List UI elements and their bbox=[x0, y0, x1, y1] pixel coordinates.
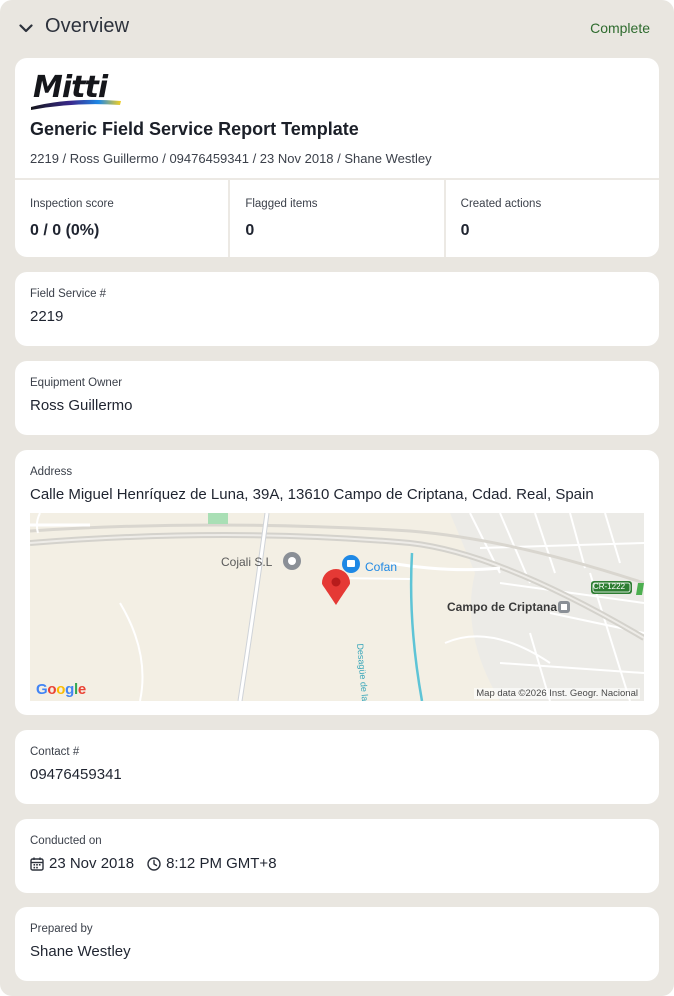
address-map[interactable]: Cojali S.L Cofan Campo de Criptana CR-12… bbox=[30, 513, 644, 701]
field-label: Prepared by bbox=[30, 923, 93, 935]
stat-value: 0 bbox=[460, 222, 470, 239]
stat-value: 0 / 0 (0%) bbox=[30, 222, 100, 239]
field-label: Field Service # bbox=[30, 288, 107, 300]
conducted-time-wrap: 8:12 PM GMT+8 bbox=[147, 855, 277, 872]
report-title: Generic Field Service Report Template bbox=[30, 119, 359, 139]
stats-row: Inspection score 0 / 0 (0%) Flagged item… bbox=[15, 178, 659, 257]
field-value: Calle Miguel Henríquez de Luna, 39A, 136… bbox=[30, 486, 594, 503]
field-value: 09476459341 bbox=[30, 766, 122, 783]
chevron-down-icon[interactable] bbox=[17, 19, 35, 37]
field-label: Contact # bbox=[30, 746, 80, 758]
map-credit: Map data ©2026 Inst. Geogr. Nacional bbox=[474, 688, 640, 699]
google-logo: Google bbox=[36, 681, 86, 698]
equipment-owner-card: Equipment Owner Ross Guillermo bbox=[15, 361, 659, 435]
logo-swoosh-icon bbox=[31, 99, 121, 110]
prepared-by-card: Prepared by Shane Westley bbox=[15, 907, 659, 981]
conducted-row: 23 Nov 2018 8:12 PM GMT+8 bbox=[30, 855, 277, 872]
stat-inspection-score: Inspection score 0 / 0 (0%) bbox=[15, 180, 228, 257]
conducted-date: 23 Nov 2018 bbox=[49, 855, 135, 872]
overview-panel: Overview Complete Mitti Generic Field Se… bbox=[0, 0, 674, 996]
stat-label: Flagged items bbox=[245, 198, 318, 210]
field-label: Address bbox=[30, 466, 73, 478]
map-label-road: CR-1222 bbox=[593, 582, 626, 591]
map-label-cojali: Cojali S.L bbox=[221, 555, 273, 569]
map-label-cofan: Cofan bbox=[365, 560, 398, 574]
conducted-on-card: Conducted on 23 Nov 2018 8:12 PM GMT+8 bbox=[15, 819, 659, 893]
calendar-icon bbox=[30, 857, 44, 871]
stat-flagged-items: Flagged items 0 bbox=[228, 180, 443, 257]
field-value: Shane Westley bbox=[30, 943, 131, 960]
status-badge: Complete bbox=[590, 20, 650, 36]
field-value: Ross Guillermo bbox=[30, 397, 133, 414]
stat-value: 0 bbox=[245, 222, 255, 239]
field-value: 2219 bbox=[30, 308, 64, 325]
stat-label: Created actions bbox=[460, 198, 542, 210]
stat-created-actions: Created actions 0 bbox=[443, 180, 659, 257]
logo: Mitti bbox=[29, 70, 129, 110]
field-service-card: Field Service # 2219 bbox=[15, 272, 659, 346]
stat-label: Inspection score bbox=[30, 198, 114, 210]
map-label-campo: Campo de Criptana bbox=[447, 600, 558, 614]
field-label: Conducted on bbox=[30, 835, 102, 847]
report-header-card: Mitti Generic Field Service Report Templ… bbox=[15, 58, 659, 257]
report-subtitle: 2219 / Ross Guillermo / 09476459341 / 23… bbox=[30, 151, 432, 166]
overview-title: Overview bbox=[45, 15, 130, 37]
contact-card: Contact # 09476459341 bbox=[15, 730, 659, 804]
conducted-time: 8:12 PM GMT+8 bbox=[166, 855, 277, 872]
field-label: Equipment Owner bbox=[30, 377, 123, 389]
overview-header[interactable]: Overview Complete bbox=[0, 0, 674, 56]
address-card: Address Calle Miguel Henríquez de Luna, … bbox=[15, 450, 659, 715]
clock-icon bbox=[147, 856, 161, 871]
